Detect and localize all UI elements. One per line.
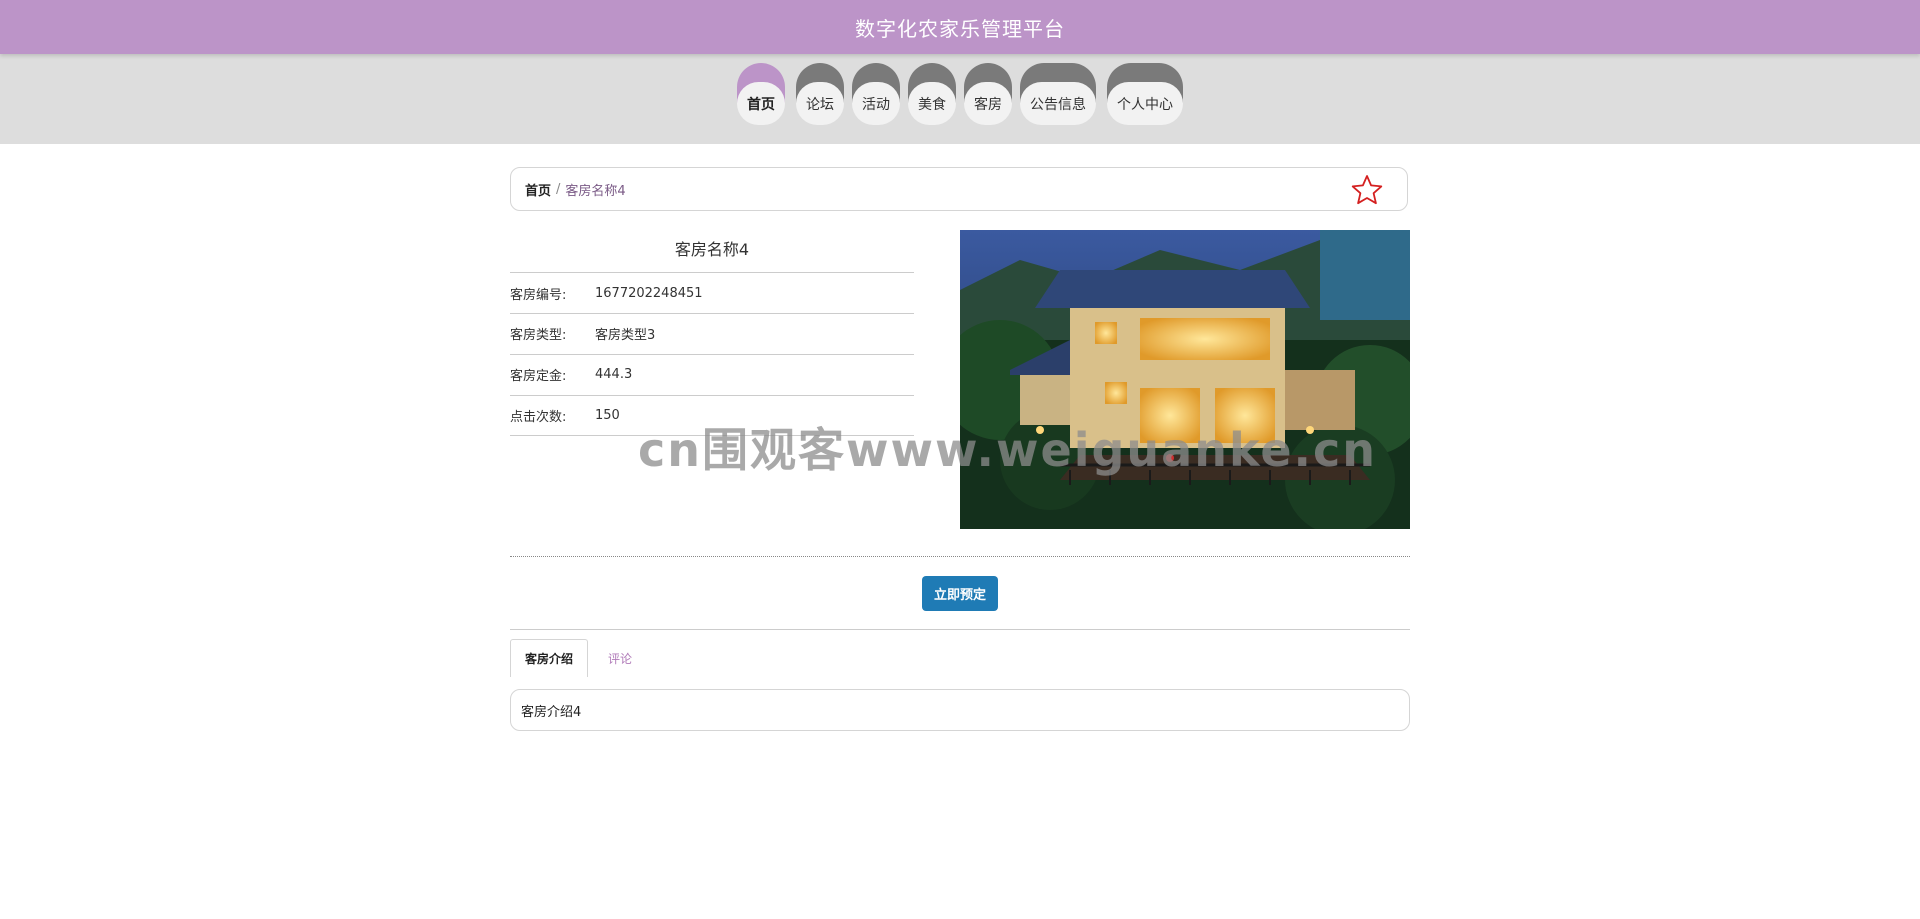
info-row-room-number: 客房编号: 1677202248451 [510,273,914,313]
breadcrumb-current: 客房名称4 [565,183,626,199]
nav-item-activity[interactable]: 活动 [852,63,900,125]
nav-label-profile[interactable]: 个人中心 [1107,82,1183,125]
divider [510,629,1410,630]
nav-item-forum[interactable]: 论坛 [796,63,844,125]
nav-item-profile[interactable]: 个人中心 [1107,63,1183,125]
breadcrumb: 首页 / 客房名称4 [510,167,1408,211]
info-row-deposit: 客房定金: 444.3 [510,354,914,394]
room-name-heading: 客房名称4 [674,240,750,259]
breadcrumb-separator: / [556,181,561,197]
room-photo [960,230,1410,529]
top-header: 数字化农家乐管理平台 [0,0,1920,54]
nav-label-food[interactable]: 美食 [908,82,956,125]
room-intro-text: 客房介绍4 [521,704,582,720]
nav-label-activity[interactable]: 活动 [852,82,900,125]
nav-item-rooms[interactable]: 客房 [964,63,1012,125]
info-label: 客房类型: [510,327,567,343]
book-now-button[interactable]: 立即预定 [922,576,998,611]
tab-comments[interactable]: 评论 [592,639,648,677]
nav-item-home[interactable]: 首页 [737,63,785,125]
info-value: 150 [595,407,620,423]
nav-band [0,54,1920,144]
watermark: cn围观客www.weiguanke.cn [638,423,1378,477]
nav-label-home[interactable]: 首页 [737,82,785,125]
info-label: 客房编号: [510,287,567,303]
nav-item-notices[interactable]: 公告信息 [1020,63,1096,125]
divider [510,556,1410,557]
info-row-room-type: 客房类型: 客房类型3 [510,313,914,353]
breadcrumb-home-link[interactable]: 首页 [525,180,551,199]
info-label: 客房定金: [510,368,567,384]
info-value: 444.3 [595,366,633,382]
tab-room-intro[interactable]: 客房介绍 [510,639,588,677]
nav-item-food[interactable]: 美食 [908,63,956,125]
nav-label-notices[interactable]: 公告信息 [1020,82,1096,125]
info-value: 客房类型3 [595,327,656,343]
info-value: 1677202248451 [595,285,703,301]
info-label: 点击次数: [510,409,567,425]
nav-label-rooms[interactable]: 客房 [964,82,1012,125]
favorite-star-icon[interactable] [1351,174,1383,206]
app-title: 数字化农家乐管理平台 [855,16,1065,41]
nav-label-forum[interactable]: 论坛 [796,82,844,125]
tab-content: 客房介绍4 [510,689,1410,731]
